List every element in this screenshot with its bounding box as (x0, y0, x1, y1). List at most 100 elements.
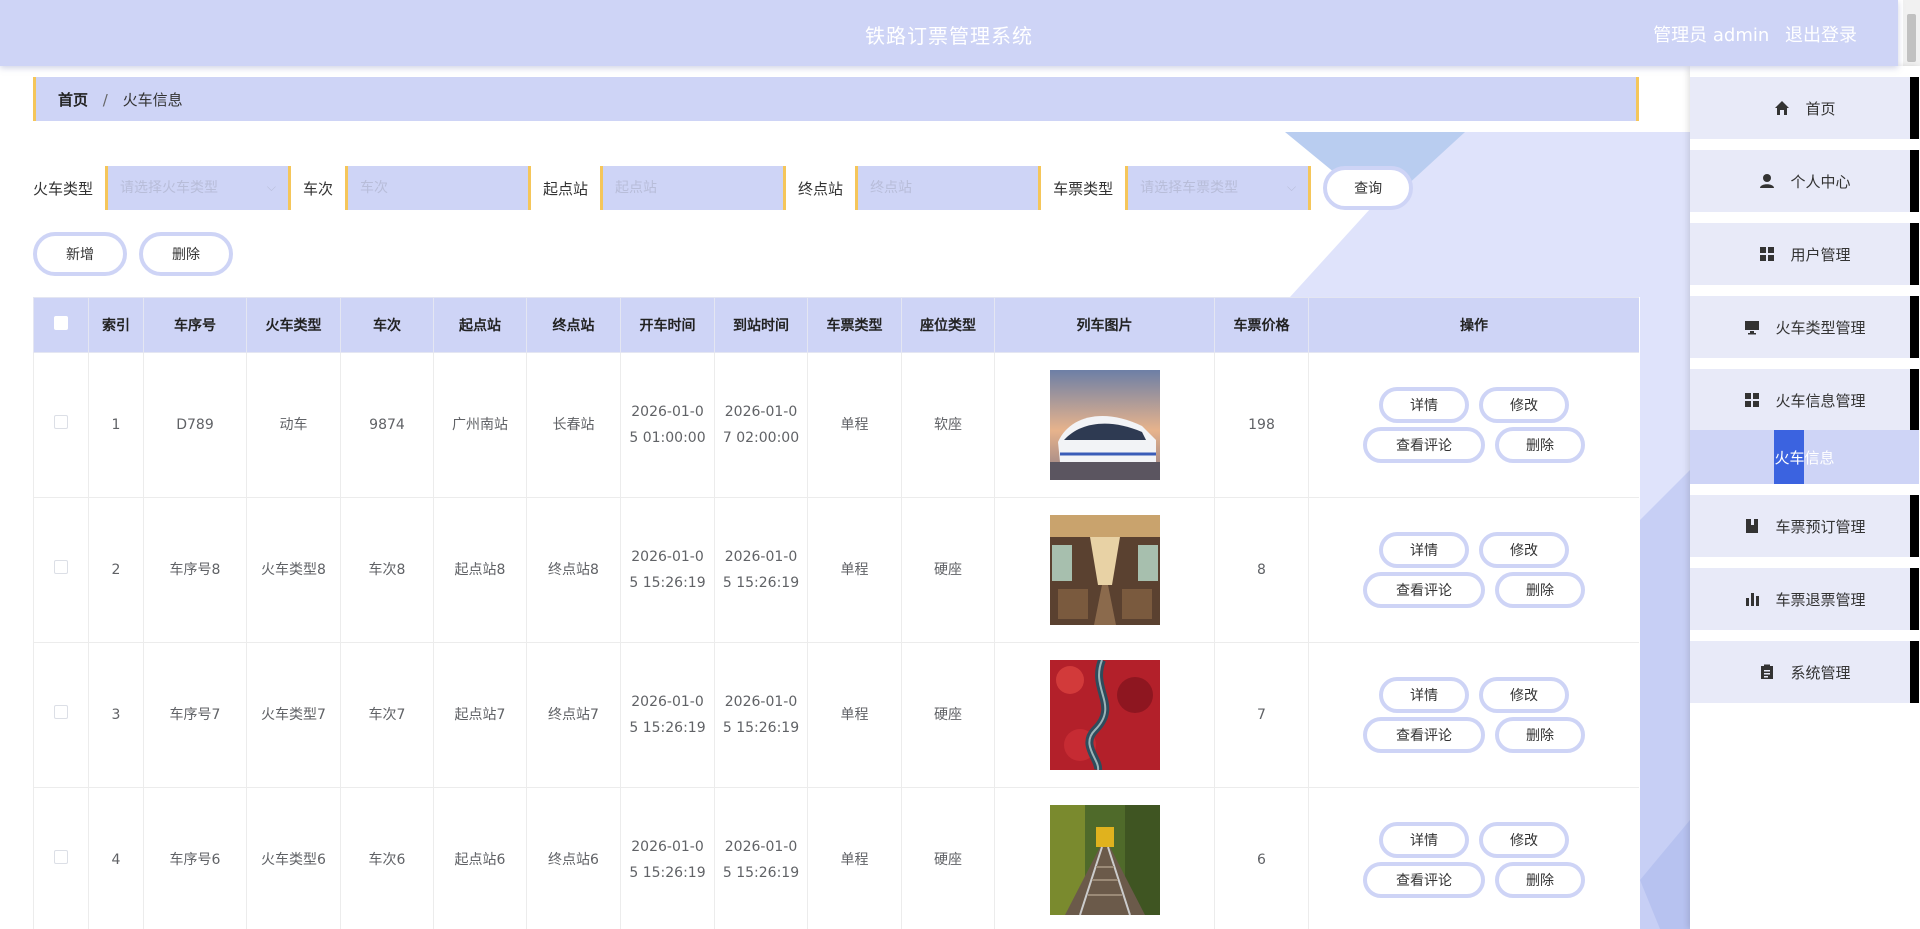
view-comments-button[interactable]: 查看评论 (1363, 717, 1485, 753)
cell-train-type: 火车类型7 (246, 642, 341, 788)
detail-button[interactable]: 详情 (1379, 677, 1469, 713)
edit-button[interactable]: 修改 (1479, 387, 1569, 423)
edit-button[interactable]: 修改 (1479, 677, 1569, 713)
ticket-type-select[interactable]: ⌵ (1125, 166, 1312, 210)
view-comments-button[interactable]: 查看评论 (1363, 427, 1485, 463)
sidebar-item-train-info[interactable]: 火车信息管理 (1690, 369, 1919, 431)
column-header[interactable]: 起点站 (433, 297, 527, 353)
column-header[interactable]: 车票价格 (1214, 297, 1309, 353)
train-image[interactable] (1049, 660, 1160, 770)
delete-button[interactable]: 删除 (1495, 427, 1585, 463)
cell-serial: D789 (143, 352, 247, 498)
batch-delete-button[interactable]: 删除 (139, 232, 233, 276)
sidebar-item-system[interactable]: 系统管理 (1690, 641, 1919, 703)
add-button[interactable]: 新增 (33, 232, 127, 276)
edit-button[interactable]: 修改 (1479, 532, 1569, 568)
table-header-row: 索引 车序号 火车类型 车次 起点站 终点站 开车时间 到站时间 车票类型 座位… (33, 297, 1639, 353)
logout-link[interactable]: 退出登录 (1785, 25, 1857, 46)
detail-button[interactable]: 详情 (1379, 822, 1469, 858)
cell-serial: 车序号6 (143, 787, 247, 929)
column-header[interactable]: 座位类型 (901, 297, 995, 353)
sidebar-item-label: 车票预订管理 (1775, 517, 1866, 536)
column-header[interactable]: 车票类型 (807, 297, 902, 353)
train-no-field[interactable] (345, 166, 532, 210)
delete-button[interactable]: 删除 (1495, 862, 1585, 898)
table-row: 4 车序号6 火车类型6 车次6 起点站6 终点站6 2026-01-05 15… (33, 787, 1639, 929)
query-button[interactable]: 查询 (1323, 166, 1414, 210)
sidebar-subitem-train-info[interactable]: 火车信息 (1690, 430, 1919, 484)
train-type-input[interactable] (120, 180, 277, 196)
cell-start: 起点站8 (433, 497, 527, 643)
grid-icon (1758, 245, 1776, 263)
column-header[interactable]: 车次 (340, 297, 434, 353)
breadcrumb-current: 火车信息 (122, 91, 183, 109)
row-checkbox[interactable] (54, 850, 68, 864)
sidebar-item-users[interactable]: 用户管理 (1690, 223, 1919, 285)
sidebar-item-booking[interactable]: 车票预订管理 (1690, 495, 1919, 557)
train-image[interactable] (1049, 515, 1160, 625)
breadcrumb-separator: / (102, 91, 108, 109)
view-comments-button[interactable]: 查看评论 (1363, 862, 1485, 898)
cell-end: 长春站 (526, 352, 621, 498)
breadcrumb: 首页 / 火车信息 (33, 77, 1639, 121)
action-bar: 新增 删除 (33, 232, 233, 276)
row-checkbox[interactable] (54, 560, 68, 574)
ticket-type-label: 车票类型 (1053, 179, 1114, 198)
end-station-label: 终点站 (798, 179, 844, 198)
train-no-input[interactable] (360, 180, 517, 196)
cell-seat-type: 软座 (901, 352, 995, 498)
cell-seat-type: 硬座 (901, 642, 995, 788)
home-icon (1773, 99, 1791, 117)
app-title: 铁路订票管理系统 (865, 24, 1033, 48)
cell-price: 198 (1214, 352, 1309, 498)
delete-button[interactable]: 删除 (1495, 572, 1585, 608)
cell-arrive: 2026-01-05 15:26:19 (714, 787, 808, 929)
cell-train-no: 9874 (340, 352, 434, 498)
sidebar-item-refund[interactable]: 车票退票管理 (1690, 568, 1919, 630)
column-header[interactable]: 车序号 (143, 297, 247, 353)
chevron-down-icon: ⌵ (266, 180, 277, 194)
column-header[interactable]: 到站时间 (714, 297, 808, 353)
sidebar-item-train-types[interactable]: 火车类型管理 (1690, 296, 1919, 358)
sidebar: 首页 个人中心 用户管理 火车类型管理 火车信息管理 火车信息 车票预订管理 车… (1690, 66, 1920, 929)
cell-train-no: 车次8 (340, 497, 434, 643)
cell-index: 4 (88, 787, 144, 929)
table-row: 2 车序号8 火车类型8 车次8 起点站8 终点站8 2026-01-05 15… (33, 497, 1639, 643)
user-area: 管理员 admin 退出登录 (1643, 21, 1857, 47)
detail-button[interactable]: 详情 (1379, 532, 1469, 568)
scrollbar-thumb[interactable] (1907, 14, 1916, 62)
cell-arrive: 2026-01-05 15:26:19 (714, 642, 808, 788)
breadcrumb-home[interactable]: 首页 (58, 91, 88, 109)
row-checkbox[interactable] (54, 705, 68, 719)
cell-start: 广州南站 (433, 352, 527, 498)
cell-serial: 车序号8 (143, 497, 247, 643)
clipboard-icon (1758, 663, 1776, 681)
row-actions: 详情 修改 查看评论 删除 (1315, 387, 1633, 463)
train-type-select[interactable]: ⌵ (105, 166, 292, 210)
start-station-field[interactable] (600, 166, 787, 210)
column-header[interactable]: 开车时间 (620, 297, 715, 353)
cell-index: 1 (88, 352, 144, 498)
train-image[interactable] (1049, 370, 1160, 480)
delete-button[interactable]: 删除 (1495, 717, 1585, 753)
row-checkbox[interactable] (54, 415, 68, 429)
end-station-input[interactable] (870, 180, 1027, 196)
start-station-input[interactable] (615, 180, 772, 196)
cell-train-type: 动车 (246, 352, 341, 498)
column-header[interactable]: 终点站 (526, 297, 621, 353)
train-image[interactable] (1049, 805, 1160, 915)
edit-button[interactable]: 修改 (1479, 822, 1569, 858)
column-header[interactable]: 火车类型 (246, 297, 341, 353)
column-header[interactable]: 列车图片 (994, 297, 1215, 353)
sidebar-item-profile[interactable]: 个人中心 (1690, 150, 1919, 212)
cell-depart: 2026-01-05 15:26:19 (620, 642, 715, 788)
detail-button[interactable]: 详情 (1379, 387, 1469, 423)
view-comments-button[interactable]: 查看评论 (1363, 572, 1485, 608)
sidebar-item-label: 用户管理 (1790, 245, 1851, 264)
ticket-type-input[interactable] (1140, 180, 1297, 196)
column-header[interactable]: 索引 (88, 297, 144, 353)
row-actions: 详情 修改 查看评论 删除 (1315, 822, 1633, 898)
select-all-checkbox[interactable] (54, 316, 68, 330)
end-station-field[interactable] (855, 166, 1042, 210)
sidebar-item-home[interactable]: 首页 (1690, 77, 1919, 139)
